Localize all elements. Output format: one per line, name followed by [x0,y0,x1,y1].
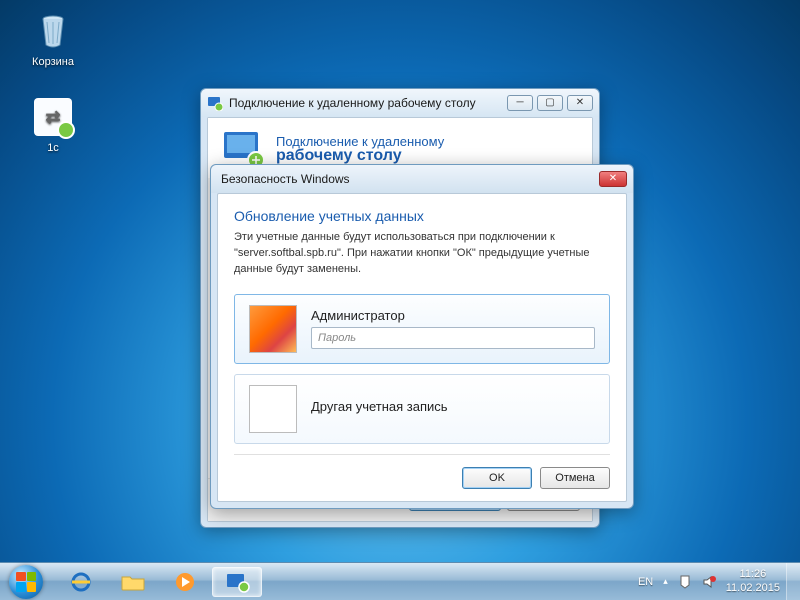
close-button[interactable]: ✕ [599,171,627,187]
rdp-icon [207,95,223,111]
rdp-title: Подключение к удаленному рабочему столу [229,96,507,110]
cancel-button[interactable]: Отмена [540,467,610,489]
avatar-icon [249,305,297,353]
media-player-icon [172,571,198,593]
account-tile-other[interactable]: Другая учетная запись [234,374,610,444]
tray-chevron-icon[interactable]: ▴ [663,576,668,587]
start-button[interactable] [0,563,52,600]
show-desktop-button[interactable] [786,563,800,600]
account-tile-administrator[interactable]: Администратор [234,294,610,364]
recycle-bin-icon [32,10,74,52]
clock[interactable]: 11:26 11.02.2015 [726,568,782,596]
close-button[interactable]: ✕ [567,95,593,111]
folder-icon [120,571,146,593]
avatar-blank-icon [249,385,297,433]
desktop-icon-label: Корзина [18,56,88,68]
windows-logo-icon [9,565,43,599]
ok-button[interactable]: OK [462,467,532,489]
credentials-dialog: Безопасность Windows ✕ Обновление учетны… [210,164,634,509]
system-tray: EN ▴ 11:26 11.02.2015 [634,563,786,600]
language-indicator[interactable]: EN [638,576,653,588]
password-input[interactable] [311,327,595,349]
taskbar-item-explorer[interactable] [108,567,158,597]
volume-icon[interactable] [702,575,716,589]
desktop-icon-recycle-bin[interactable]: Корзина [18,10,88,68]
rdp-titlebar[interactable]: Подключение к удаленному рабочему столу … [201,89,599,117]
ie-icon [68,571,94,593]
taskbar: EN ▴ 11:26 11.02.2015 [0,562,800,600]
taskbar-item-ie[interactable] [56,567,106,597]
taskbar-item-rdp[interactable] [212,567,262,597]
account-name: Администратор [311,308,595,323]
oneC-icon: ⇄ [32,96,74,138]
action-center-icon[interactable] [678,575,692,589]
cred-title: Безопасность Windows [217,172,599,186]
maximize-button[interactable]: ▢ [537,95,563,111]
account-name: Другая учетная запись [311,399,595,414]
taskbar-item-wmp[interactable] [160,567,210,597]
cred-titlebar[interactable]: Безопасность Windows ✕ [211,165,633,193]
desktop-icon-label: 1c [18,142,88,154]
cred-description: Эти учетные данные будут использоваться … [234,230,610,278]
rdp-icon [224,571,250,593]
rdp-header-line2: рабочему столу [276,147,444,165]
desktop-icon-1c[interactable]: ⇄ 1c [18,96,88,154]
minimize-button[interactable]: ─ [507,95,533,111]
cred-heading: Обновление учетных данных [234,208,610,224]
